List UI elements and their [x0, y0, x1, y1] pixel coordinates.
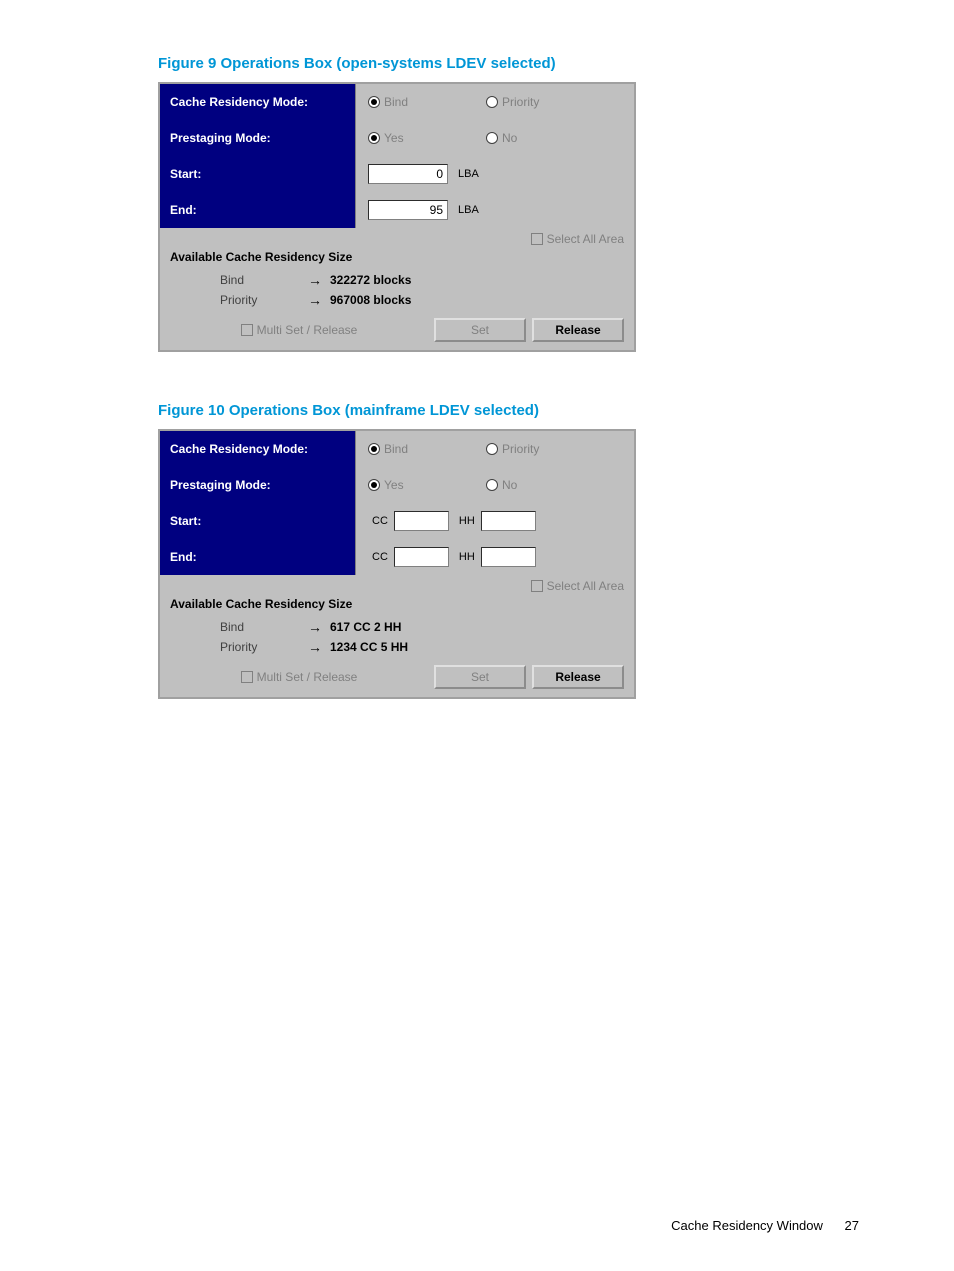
footer-text: Cache Residency Window: [671, 1218, 823, 1233]
arrow-icon: →: [300, 639, 330, 655]
multi-set-label: Multi Set / Release: [257, 323, 358, 337]
cc-unit: CC: [372, 515, 388, 527]
end-label: End:: [160, 192, 356, 228]
no-radio[interactable]: No: [486, 131, 598, 145]
operations-box-mainframe: Cache Residency Mode: Bind Priority Pres…: [158, 429, 636, 699]
bind-size-value: 322272 blocks: [330, 273, 411, 287]
radio-icon: [368, 132, 380, 144]
select-all-checkbox[interactable]: [531, 580, 543, 592]
cache-residency-mode-label: Cache Residency Mode:: [160, 84, 356, 120]
arrow-icon: →: [300, 272, 330, 288]
hh-unit: HH: [459, 551, 475, 563]
radio-icon: [486, 96, 498, 108]
cc-unit: CC: [372, 551, 388, 563]
available-size-header: Available Cache Residency Size: [160, 593, 634, 617]
cache-residency-mode-label: Cache Residency Mode:: [160, 431, 356, 467]
start-hh-input[interactable]: [481, 511, 536, 531]
available-size-header: Available Cache Residency Size: [160, 246, 634, 270]
no-radio[interactable]: No: [486, 478, 598, 492]
operations-box-open: Cache Residency Mode: Bind Priority Pres…: [158, 82, 636, 352]
yes-radio[interactable]: Yes: [368, 478, 480, 492]
select-all-checkbox[interactable]: [531, 233, 543, 245]
multi-set-checkbox[interactable]: [241, 324, 253, 336]
end-cc-input[interactable]: [394, 547, 449, 567]
bind-size-label: Bind: [220, 273, 300, 287]
end-label: End:: [160, 539, 356, 575]
page-footer: Cache Residency Window 27: [671, 1218, 859, 1233]
multi-set-label: Multi Set / Release: [257, 670, 358, 684]
radio-icon: [368, 443, 380, 455]
multi-set-checkbox[interactable]: [241, 671, 253, 683]
select-all-label: Select All Area: [547, 579, 624, 593]
priority-size-label: Priority: [220, 640, 300, 654]
bind-radio[interactable]: Bind: [368, 442, 480, 456]
priority-size-value: 967008 blocks: [330, 293, 411, 307]
priority-size-label: Priority: [220, 293, 300, 307]
set-button[interactable]: Set: [434, 665, 526, 689]
bind-radio[interactable]: Bind: [368, 95, 480, 109]
priority-radio[interactable]: Priority: [486, 95, 598, 109]
start-unit: LBA: [458, 168, 479, 180]
release-button[interactable]: Release: [532, 318, 624, 342]
radio-icon: [486, 443, 498, 455]
select-all-label: Select All Area: [547, 232, 624, 246]
set-button[interactable]: Set: [434, 318, 526, 342]
priority-radio[interactable]: Priority: [486, 442, 598, 456]
page-number: 27: [845, 1218, 859, 1233]
hh-unit: HH: [459, 515, 475, 527]
arrow-icon: →: [300, 292, 330, 308]
arrow-icon: →: [300, 619, 330, 635]
start-cc-input[interactable]: [394, 511, 449, 531]
end-unit: LBA: [458, 204, 479, 216]
bind-size-value: 617 CC 2 HH: [330, 620, 401, 634]
start-input[interactable]: 0: [368, 164, 448, 184]
prestaging-mode-label: Prestaging Mode:: [160, 467, 356, 503]
priority-size-value: 1234 CC 5 HH: [330, 640, 408, 654]
bind-size-label: Bind: [220, 620, 300, 634]
start-label: Start:: [160, 156, 356, 192]
release-button[interactable]: Release: [532, 665, 624, 689]
yes-radio[interactable]: Yes: [368, 131, 480, 145]
prestaging-mode-label: Prestaging Mode:: [160, 120, 356, 156]
figure10-caption: Figure 10 Operations Box (mainframe LDEV…: [158, 402, 954, 419]
start-label: Start:: [160, 503, 356, 539]
radio-icon: [486, 132, 498, 144]
end-hh-input[interactable]: [481, 547, 536, 567]
figure9-caption: Figure 9 Operations Box (open-systems LD…: [158, 55, 954, 72]
radio-icon: [368, 96, 380, 108]
radio-icon: [368, 479, 380, 491]
radio-icon: [486, 479, 498, 491]
end-input[interactable]: 95: [368, 200, 448, 220]
